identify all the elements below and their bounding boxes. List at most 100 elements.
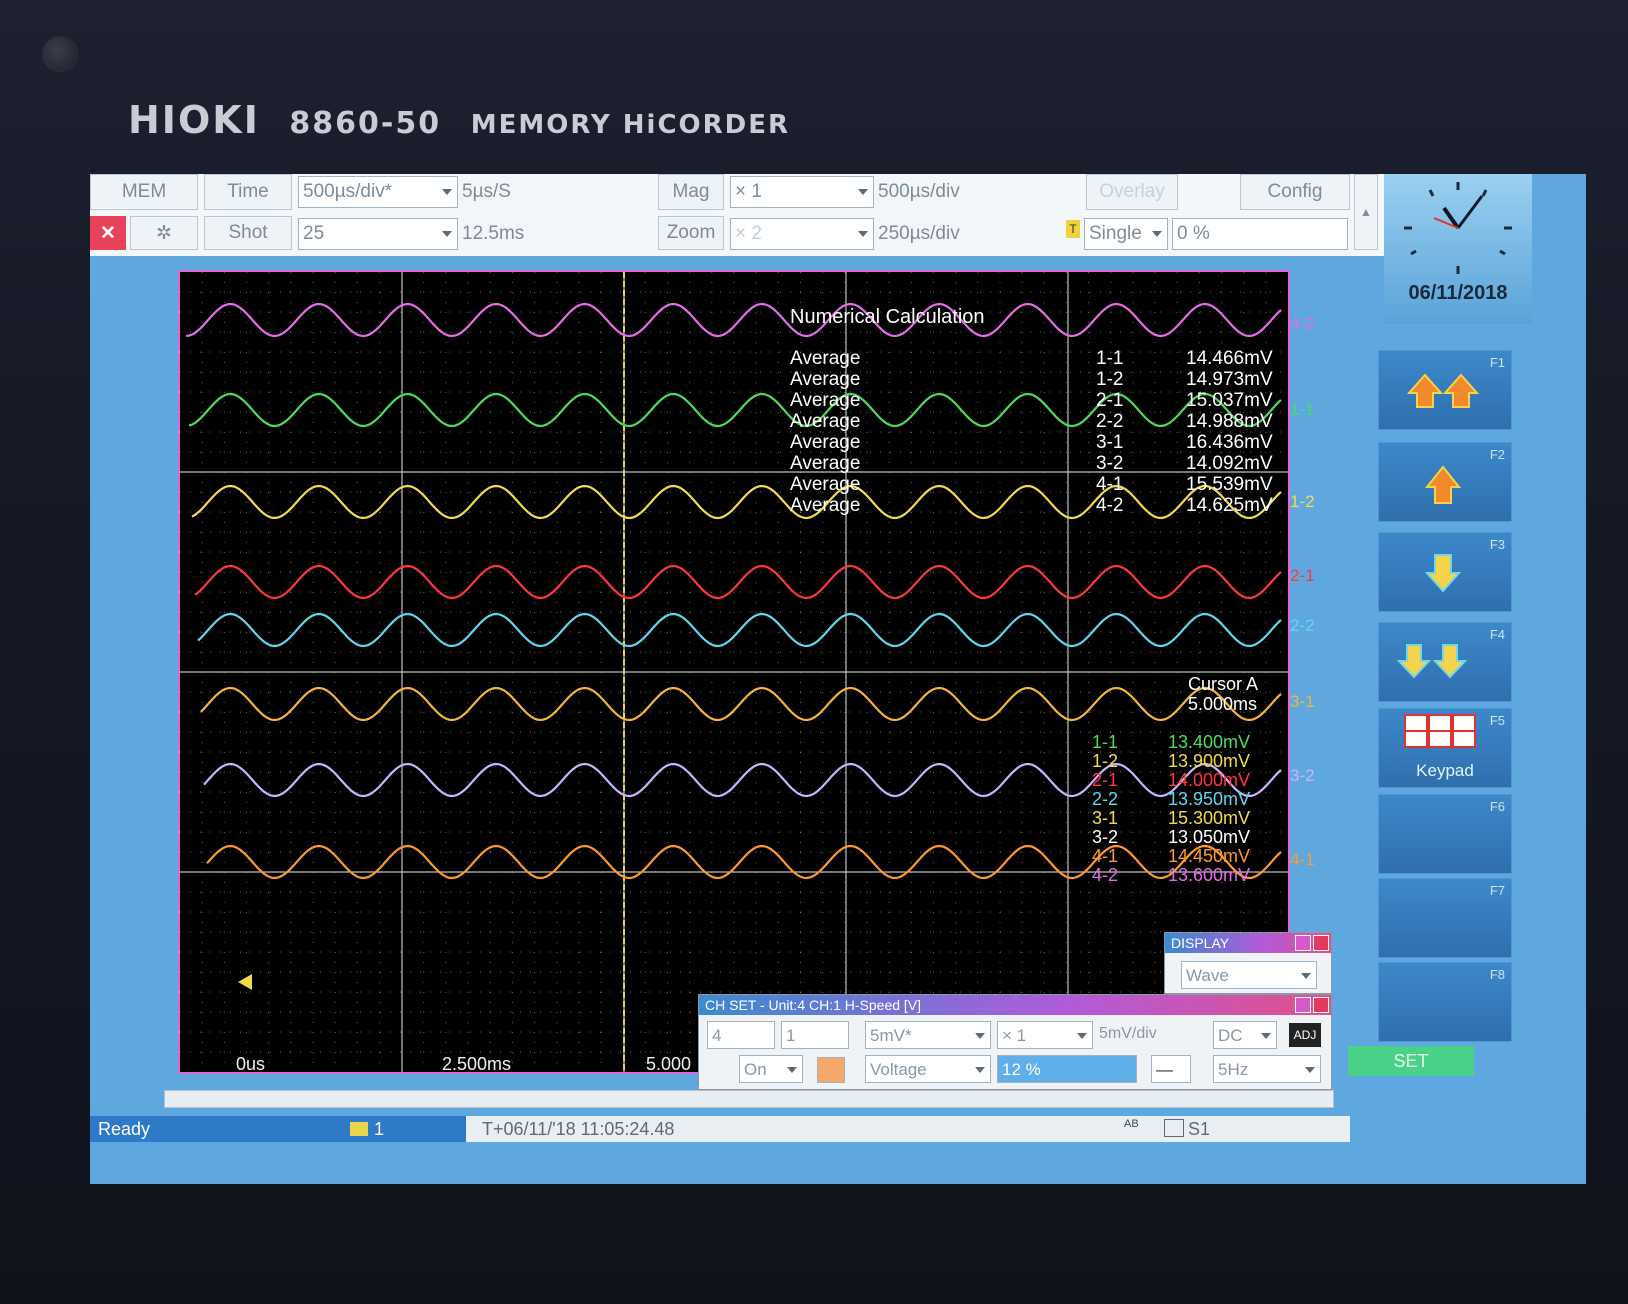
brand-product: MEMORY HiCORDER bbox=[470, 110, 791, 140]
calc-value: 14.625mV bbox=[1186, 495, 1273, 516]
ch-set-dialog-title-text: CH SET - Unit:4 CH:1 H-Speed [V] bbox=[705, 997, 922, 1013]
display-mode-select[interactable]: Wave bbox=[1181, 961, 1317, 989]
waveform-ch-2-2 bbox=[197, 612, 1282, 648]
time-div-select[interactable]: 500µs/div* bbox=[298, 176, 458, 208]
line-field[interactable]: — bbox=[1151, 1055, 1191, 1083]
ch-mag-select[interactable]: × 1 bbox=[997, 1021, 1093, 1049]
calc-value: 15.037mV bbox=[1186, 390, 1273, 411]
calc-ch: 3-2 bbox=[1096, 453, 1124, 474]
cursor-mode-value: S1 bbox=[1188, 1119, 1211, 1139]
on-select[interactable]: On bbox=[739, 1055, 803, 1083]
mem-button[interactable]: MEM bbox=[90, 174, 198, 210]
f8-label: F8 bbox=[1489, 967, 1505, 982]
sample-rate: 5µs/S bbox=[458, 176, 648, 208]
coupling-select[interactable]: DC bbox=[1213, 1021, 1277, 1049]
cursor-value: 14.450mV bbox=[1168, 846, 1251, 866]
stop-icon[interactable]: ✕ bbox=[90, 216, 126, 250]
adj-button[interactable]: ADJ bbox=[1289, 1023, 1321, 1047]
channel-stepper[interactable]: 1 bbox=[781, 1021, 849, 1049]
brand-model: 8860-50 bbox=[289, 106, 442, 141]
close-icon[interactable] bbox=[1313, 997, 1329, 1013]
cursor-value: 13.900mV bbox=[1168, 751, 1251, 771]
waveform-ch-4-1 bbox=[206, 844, 1282, 880]
f8-key[interactable]: F8 bbox=[1378, 962, 1512, 1042]
toolbar-scroll[interactable]: ▲ bbox=[1354, 174, 1378, 250]
cursor-value: 14.000mV bbox=[1168, 770, 1251, 790]
display-dialog-title: DISPLAY bbox=[1165, 933, 1331, 953]
channel-tag: 2-2 bbox=[1290, 616, 1315, 635]
cursor-title: Cursor A bbox=[1188, 674, 1259, 694]
calc-func: Average bbox=[790, 390, 861, 411]
channel-tag: 1-1 bbox=[1290, 400, 1315, 419]
chevron-down-icon bbox=[1301, 973, 1311, 979]
calc-ch: 1-1 bbox=[1096, 348, 1124, 369]
brand-name: HIOKI bbox=[128, 98, 260, 142]
filter-select[interactable]: 5Hz bbox=[1213, 1055, 1321, 1083]
cursor-mode-icon bbox=[1164, 1119, 1184, 1137]
calc-func: Average bbox=[790, 369, 861, 390]
f4-key[interactable]: F4 bbox=[1378, 622, 1512, 702]
chevron-down-icon bbox=[1305, 1067, 1315, 1073]
minimize-icon[interactable] bbox=[1295, 935, 1311, 951]
f6-key[interactable]: F6 bbox=[1378, 794, 1512, 874]
chevron-down-icon bbox=[442, 189, 452, 195]
calc-func: Average bbox=[790, 411, 861, 432]
f3-key[interactable]: F3 bbox=[1378, 532, 1512, 612]
range-select[interactable]: 5mV* bbox=[865, 1021, 991, 1049]
position-field[interactable]: 12 % bbox=[997, 1055, 1137, 1083]
zoom-select[interactable]: × 2 bbox=[730, 218, 874, 250]
cursor-value: 15.300mV bbox=[1168, 808, 1251, 828]
calc-ch: 1-2 bbox=[1096, 369, 1124, 390]
cursor-value: 13.050mV bbox=[1168, 827, 1251, 847]
clock-face-icon bbox=[1404, 182, 1512, 274]
calc-value: 14.466mV bbox=[1186, 348, 1273, 369]
f2-label: F2 bbox=[1489, 447, 1505, 462]
f1-key[interactable]: F1 bbox=[1378, 350, 1512, 430]
chevron-down-icon bbox=[787, 1067, 797, 1073]
zoom-button[interactable]: Zoom bbox=[658, 216, 724, 250]
close-icon[interactable] bbox=[1313, 935, 1329, 951]
shot-label-button[interactable]: Shot bbox=[204, 216, 292, 250]
time-axis-label-1: 2.500ms bbox=[442, 1054, 512, 1074]
shot-select[interactable]: 25 bbox=[298, 218, 458, 250]
f6-label: F6 bbox=[1489, 799, 1505, 814]
f7-label: F7 bbox=[1489, 883, 1505, 898]
shot-length: 12.5ms bbox=[458, 218, 648, 250]
f5-key[interactable]: F5 Keypad bbox=[1378, 708, 1512, 788]
horizontal-scrollbar[interactable] bbox=[164, 1090, 1334, 1108]
cursor-time: 5.000ms bbox=[1188, 694, 1258, 714]
f5-label: F5 bbox=[1489, 713, 1505, 728]
chevron-down-icon bbox=[1152, 231, 1162, 237]
f2-key[interactable]: F2 bbox=[1378, 442, 1512, 522]
channel-tag: 4-1 bbox=[1290, 850, 1315, 869]
pretrigger-field[interactable]: 0 % bbox=[1172, 218, 1348, 250]
calc-value: 16.436mV bbox=[1186, 432, 1273, 453]
trigger-time: T+06/11/'18 11:05:24.48 bbox=[482, 1119, 675, 1139]
trigger-mode-select[interactable]: Single bbox=[1084, 218, 1168, 250]
channel-tag: 2-1 bbox=[1290, 566, 1315, 585]
calc-ch: 4-1 bbox=[1096, 474, 1124, 495]
mag-div: 500µs/div bbox=[874, 176, 1074, 208]
unit-stepper[interactable]: 4 bbox=[707, 1021, 775, 1049]
time-axis-label-2: 5.000 bbox=[646, 1054, 692, 1074]
mag-button[interactable]: Mag bbox=[658, 174, 724, 210]
time-label-button[interactable]: Time bbox=[204, 174, 292, 210]
on-value: On bbox=[744, 1060, 767, 1079]
mag-select[interactable]: × 1 bbox=[730, 176, 874, 208]
time-div-value: 500µs/div* bbox=[303, 181, 393, 202]
ch-mag-value: × 1 bbox=[1002, 1026, 1027, 1045]
set-button[interactable]: SET bbox=[1348, 1046, 1474, 1076]
config-button[interactable]: Config bbox=[1240, 174, 1350, 210]
channel-color-swatch[interactable] bbox=[817, 1057, 845, 1083]
range-div: 5mV/div bbox=[1099, 1025, 1157, 1042]
chevron-down-icon bbox=[975, 1033, 985, 1039]
gear-icon[interactable]: ✲ bbox=[130, 216, 198, 250]
display-dialog: DISPLAY Wave bbox=[1164, 932, 1332, 994]
shot-number-value: 1 bbox=[374, 1119, 385, 1139]
cursor-value: 13.400mV bbox=[1168, 732, 1251, 752]
mode-select[interactable]: Voltage bbox=[865, 1055, 991, 1083]
calc-value: 15.539mV bbox=[1186, 474, 1273, 495]
overlay-button[interactable]: Overlay bbox=[1086, 174, 1178, 210]
f7-key[interactable]: F7 bbox=[1378, 878, 1512, 958]
minimize-icon[interactable] bbox=[1295, 997, 1311, 1013]
